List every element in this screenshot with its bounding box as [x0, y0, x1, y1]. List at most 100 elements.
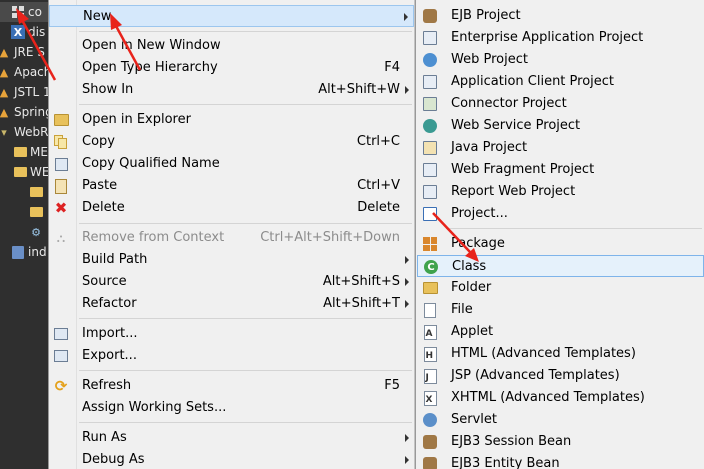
submenu-item-servlet[interactable]: Servlet: [417, 409, 704, 431]
submenu-item-java-project[interactable]: Java Project: [417, 137, 704, 159]
submenu-separator: [446, 228, 702, 229]
submenu-item-ejb3-entity-bean[interactable]: EJB3 Entity Bean: [417, 453, 704, 469]
submenu-item-xhtml[interactable]: X XHTML (Advanced Templates): [417, 387, 704, 409]
submenu-item-label: JSP (Advanced Templates): [451, 368, 620, 383]
tree-row-project[interactable]: co: [0, 2, 48, 22]
submenu-item-web-project[interactable]: Web Project: [417, 49, 704, 71]
menu-item-copy[interactable]: Copy Ctrl+C: [49, 131, 414, 153]
folder-icon: [13, 145, 27, 159]
submenu-arrow-icon: [405, 434, 409, 442]
submenu-item-web-fragment-project[interactable]: Web Fragment Project: [417, 159, 704, 181]
tree-row-config[interactable]: ⚙: [0, 222, 48, 242]
menu-item-show-in[interactable]: Show In Alt+Shift+W: [49, 79, 414, 101]
submenu-arrow-icon: [405, 256, 409, 264]
submenu-item-connector-project[interactable]: Connector Project: [417, 93, 704, 115]
submenu-item-label: Connector Project: [451, 96, 567, 111]
menu-item-label: Delete: [82, 200, 125, 215]
menu-separator: [79, 370, 412, 371]
menu-item-debug-as[interactable]: Debug As: [49, 449, 414, 469]
tree-row-meta[interactable]: ME: [0, 142, 48, 162]
session-bean-icon: [422, 434, 438, 450]
new-project-icon: [422, 206, 438, 222]
tree-row-webinf[interactable]: WE: [0, 162, 48, 182]
menu-item-copy-qualified-name[interactable]: Copy Qualified Name: [49, 153, 414, 175]
submenu-item-class[interactable]: C Class: [417, 255, 704, 277]
submenu-item-label: File: [451, 302, 473, 317]
html-file-icon: H: [422, 346, 438, 362]
menu-item-refactor[interactable]: Refactor Alt+Shift+T: [49, 293, 414, 315]
submenu-item-web-service-project[interactable]: Web Service Project: [417, 115, 704, 137]
library-icon: ▲: [0, 85, 9, 99]
submenu-item-label: XHTML (Advanced Templates): [451, 390, 645, 405]
submenu-item-jsp[interactable]: J JSP (Advanced Templates): [417, 365, 704, 387]
submenu-item-label: Project...: [451, 206, 508, 221]
tree-row-spring[interactable]: ▲ Spring: [0, 102, 48, 122]
submenu-item-project[interactable]: Project...: [417, 203, 704, 225]
menu-item-new[interactable]: New: [49, 5, 414, 27]
menu-item-export[interactable]: Export...: [49, 345, 414, 367]
submenu-item-label: Report Web Project: [451, 184, 576, 199]
project-explorer: co X dis ▲ JRE S ▲ Apach ▲ JSTL 1 ▲ Spri…: [0, 0, 48, 469]
menu-item-paste[interactable]: Paste Ctrl+V: [49, 175, 414, 197]
tree-row-label: Spring: [14, 105, 48, 119]
library-icon: ▲: [0, 45, 9, 59]
menu-item-assign-working-sets[interactable]: Assign Working Sets...: [49, 397, 414, 419]
submenu-item-package[interactable]: Package: [417, 233, 704, 255]
tree-row-folder-b[interactable]: [0, 202, 48, 222]
menu-item-remove-from-context[interactable]: ⛬ Remove from Context Ctrl+Alt+Shift+Dow…: [49, 227, 414, 249]
menu-item-label: Source: [82, 274, 127, 289]
submenu-item-label: Class: [452, 259, 487, 274]
tree-row-webroot[interactable]: ▾ WebR: [0, 122, 48, 142]
tree-row-label: co: [28, 5, 42, 19]
menu-item-label: Open in New Window: [82, 38, 221, 53]
tree-row-folder-a[interactable]: [0, 182, 48, 202]
tree-row-jre[interactable]: ▲ JRE S: [0, 42, 48, 62]
tree-row-label: WebR: [14, 125, 48, 139]
submenu-item-label: Java Project: [451, 140, 528, 155]
import-icon: [53, 326, 69, 342]
menu-item-run-as[interactable]: Run As: [49, 427, 414, 449]
web-service-project-icon: [422, 118, 438, 134]
submenu-item-file[interactable]: File: [417, 299, 704, 321]
menu-item-label: Refactor: [82, 296, 137, 311]
menu-item-refresh[interactable]: ⟳ Refresh F5: [49, 375, 414, 397]
ejb-project-icon: [422, 8, 438, 24]
submenu-item-report-web-project[interactable]: Report Web Project: [417, 181, 704, 203]
tree-row-index[interactable]: ind: [0, 242, 48, 262]
remove-context-icon: ⛬: [56, 230, 66, 245]
menu-item-open-type-hierarchy[interactable]: Open Type Hierarchy F4: [49, 57, 414, 79]
tree-row-apache[interactable]: ▲ Apach: [0, 62, 48, 82]
delete-icon: ✖: [54, 199, 68, 217]
submenu-item-label: Servlet: [451, 412, 497, 427]
submenu-item-application-client-project[interactable]: Application Client Project: [417, 71, 704, 93]
menu-item-label: Build Path: [82, 252, 148, 267]
menu-item-shortcut: Alt+Shift+W: [318, 82, 400, 97]
menu-item-shortcut: F5: [384, 378, 400, 393]
menu-item-source[interactable]: Source Alt+Shift+S: [49, 271, 414, 293]
report-web-project-icon: [422, 184, 438, 200]
submenu-item-ejb3-session-bean[interactable]: EJB3 Session Bean: [417, 431, 704, 453]
tree-row-dis[interactable]: X dis: [0, 22, 48, 42]
menu-item-shortcut: Delete: [357, 200, 400, 215]
menu-item-open-in-explorer[interactable]: Open in Explorer: [49, 109, 414, 131]
submenu-item-label: Enterprise Application Project: [451, 30, 644, 45]
context-menu: New Open in New Window Open Type Hierarc…: [48, 0, 415, 469]
tree-row-jstl[interactable]: ▲ JSTL 1: [0, 82, 48, 102]
submenu-item-enterprise-application-project[interactable]: Enterprise Application Project: [417, 27, 704, 49]
menu-item-label: Show In: [82, 82, 134, 97]
menu-item-label: Paste: [82, 178, 118, 193]
submenu-item-html[interactable]: H HTML (Advanced Templates): [417, 343, 704, 365]
menu-item-delete[interactable]: ✖ Delete Delete: [49, 197, 414, 219]
menu-item-import[interactable]: Import...: [49, 323, 414, 345]
gear-file-icon: ⚙: [31, 225, 41, 239]
tree-row-label: WE: [30, 165, 48, 179]
menu-item-build-path[interactable]: Build Path: [49, 249, 414, 271]
tree-row-label: ind: [28, 245, 47, 259]
submenu-item-applet[interactable]: A Applet: [417, 321, 704, 343]
menu-item-label: Copy Qualified Name: [82, 156, 220, 171]
submenu-item-label: Package: [451, 236, 505, 251]
submenu-item-folder[interactable]: Folder: [417, 277, 704, 299]
new-submenu: EJB Project Enterprise Application Proje…: [415, 0, 704, 469]
submenu-item-ejb-project[interactable]: EJB Project: [417, 5, 704, 27]
menu-item-open-in-new-window[interactable]: Open in New Window: [49, 35, 414, 57]
